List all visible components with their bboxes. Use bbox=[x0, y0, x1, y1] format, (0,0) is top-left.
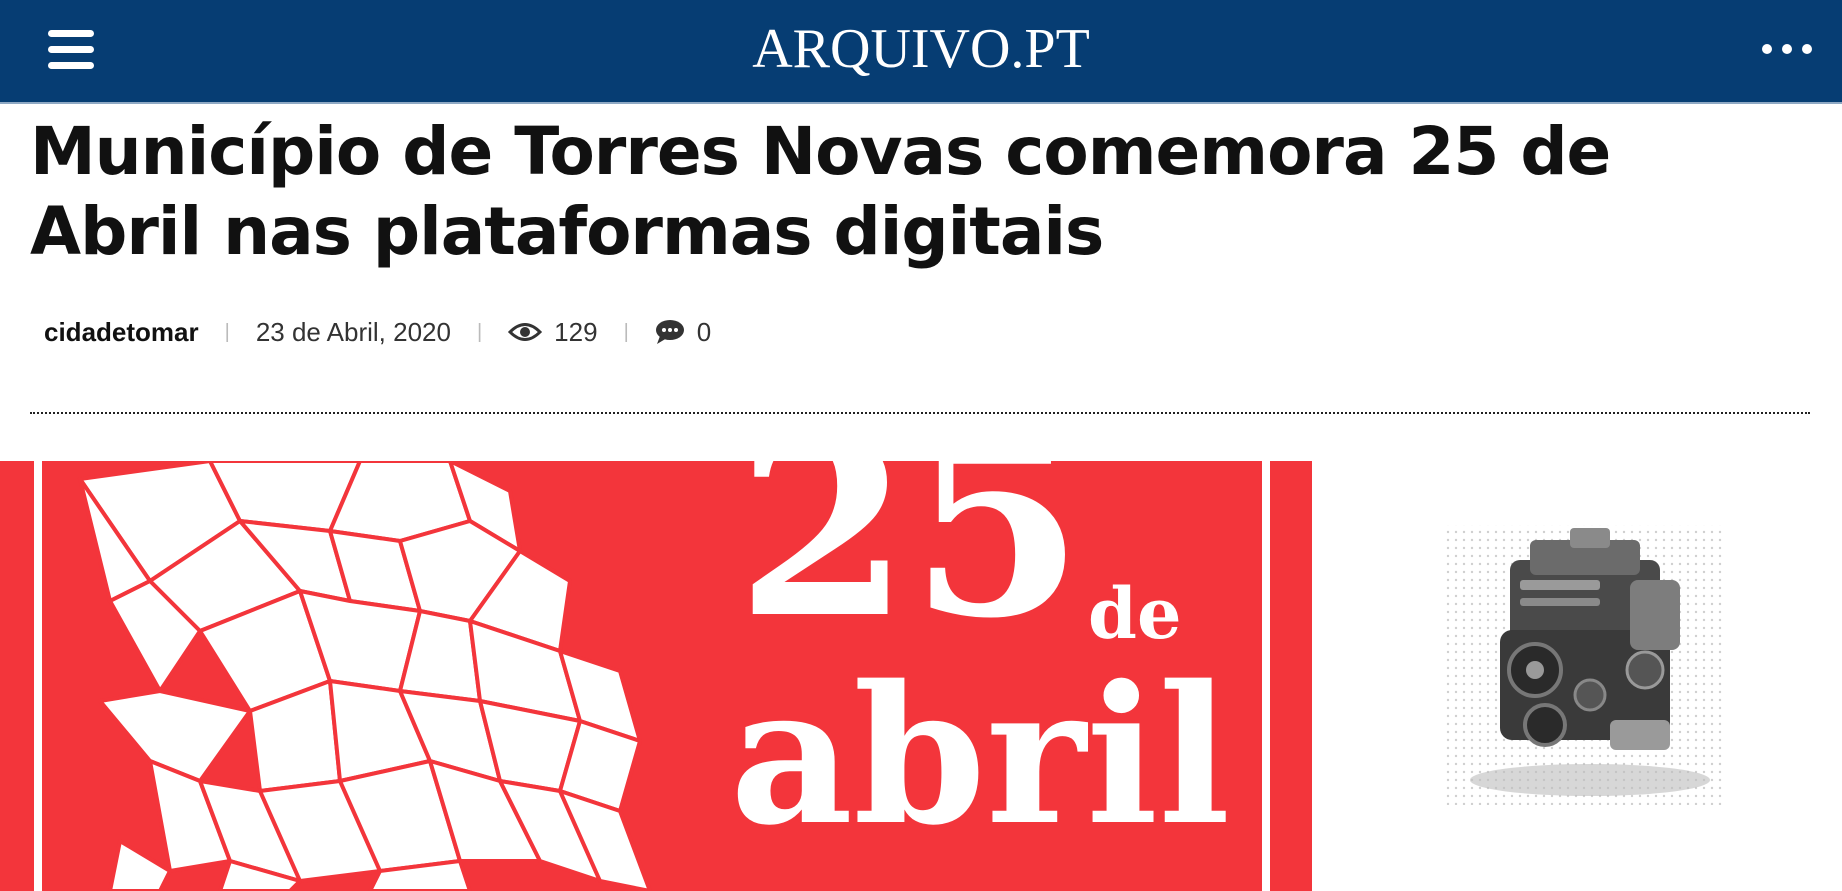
meta-separator: | bbox=[224, 320, 230, 343]
top-navbar: ARQUIVO.PT bbox=[0, 0, 1842, 104]
eye-icon bbox=[508, 321, 543, 343]
hero-image[interactable]: 25 de abril bbox=[0, 461, 1312, 891]
hero-number-text: 25 bbox=[736, 461, 1084, 673]
meta-separator: | bbox=[623, 320, 629, 343]
more-dots-icon[interactable] bbox=[1762, 44, 1812, 56]
ad-banner[interactable] bbox=[1420, 520, 1740, 810]
meta-separator: | bbox=[476, 320, 483, 343]
article-meta: cidadetomar | 23 de Abril, 2020 | 129 | … bbox=[44, 312, 711, 352]
view-count: 129 bbox=[554, 316, 598, 347]
divider bbox=[30, 412, 1810, 414]
hero-de-text: de bbox=[1088, 572, 1182, 655]
publish-date: 23 de Abril, 2020 bbox=[255, 316, 451, 347]
car-engine-image bbox=[1445, 525, 1725, 805]
comment-icon[interactable] bbox=[655, 319, 685, 345]
article-title: Município de Torres Novas comemora 25 de… bbox=[30, 113, 1611, 270]
author-link[interactable]: cidadetomar bbox=[44, 317, 199, 348]
hero-month-text: abril bbox=[730, 644, 1231, 867]
site-logo[interactable]: ARQUIVO.PT bbox=[0, 14, 1842, 84]
comment-count[interactable]: 0 bbox=[697, 317, 711, 348]
